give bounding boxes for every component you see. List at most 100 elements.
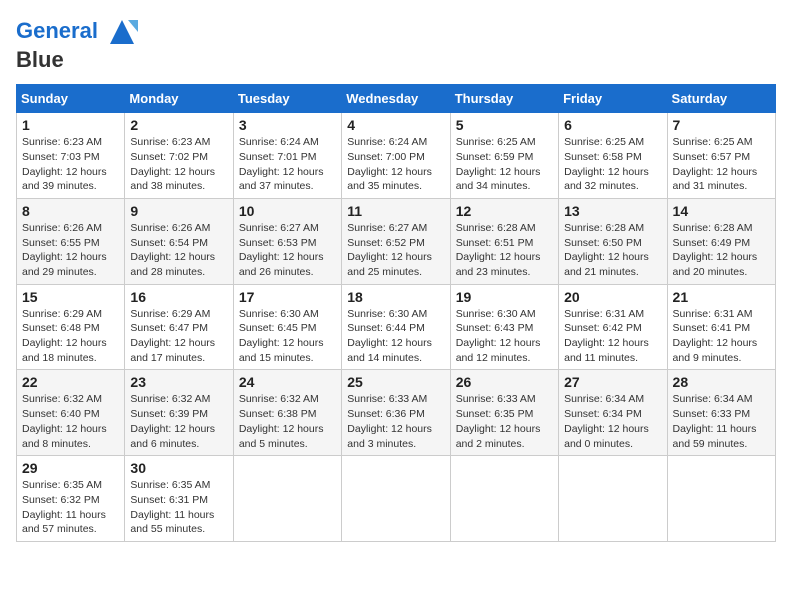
day-number: 26	[456, 374, 553, 390]
day-number: 19	[456, 289, 553, 305]
day-number: 8	[22, 203, 119, 219]
calendar-day-30: 30 Sunrise: 6:35 AMSunset: 6:31 PMDayligh…	[125, 456, 233, 542]
calendar-day-11: 11 Sunrise: 6:27 AMSunset: 6:52 PMDayligh…	[342, 198, 450, 284]
day-info: Sunrise: 6:30 AMSunset: 6:43 PMDaylight:…	[456, 307, 553, 366]
calendar-day-25: 25 Sunrise: 6:33 AMSunset: 6:36 PMDayligh…	[342, 370, 450, 456]
calendar-day-8: 8 Sunrise: 6:26 AMSunset: 6:55 PMDaylight…	[17, 198, 125, 284]
day-number: 24	[239, 374, 336, 390]
day-info: Sunrise: 6:32 AMSunset: 6:40 PMDaylight:…	[22, 392, 119, 451]
day-info: Sunrise: 6:25 AMSunset: 6:59 PMDaylight:…	[456, 135, 553, 194]
day-number: 29	[22, 460, 119, 476]
day-info: Sunrise: 6:23 AMSunset: 7:03 PMDaylight:…	[22, 135, 119, 194]
empty-cell	[667, 456, 775, 542]
day-info: Sunrise: 6:24 AMSunset: 7:00 PMDaylight:…	[347, 135, 444, 194]
logo: General Blue	[16, 16, 138, 72]
weekday-header-friday: Friday	[559, 85, 667, 113]
empty-cell	[559, 456, 667, 542]
day-info: Sunrise: 6:32 AMSunset: 6:38 PMDaylight:…	[239, 392, 336, 451]
weekday-header-sunday: Sunday	[17, 85, 125, 113]
day-info: Sunrise: 6:29 AMSunset: 6:48 PMDaylight:…	[22, 307, 119, 366]
calendar-day-13: 13 Sunrise: 6:28 AMSunset: 6:50 PMDayligh…	[559, 198, 667, 284]
calendar-day-4: 4 Sunrise: 6:24 AMSunset: 7:00 PMDaylight…	[342, 113, 450, 199]
day-info: Sunrise: 6:31 AMSunset: 6:42 PMDaylight:…	[564, 307, 661, 366]
day-info: Sunrise: 6:26 AMSunset: 6:55 PMDaylight:…	[22, 221, 119, 280]
calendar-day-20: 20Sunrise: 6:31 AMSunset: 6:42 PMDayligh…	[559, 284, 667, 370]
day-info: Sunrise: 6:34 AMSunset: 6:33 PMDaylight:…	[673, 392, 770, 451]
calendar-day-7: 7 Sunrise: 6:25 AMSunset: 6:57 PMDaylight…	[667, 113, 775, 199]
calendar-table: SundayMondayTuesdayWednesdayThursdayFrid…	[16, 84, 776, 542]
day-info: Sunrise: 6:27 AMSunset: 6:53 PMDaylight:…	[239, 221, 336, 280]
day-number: 15	[22, 289, 119, 305]
day-info: Sunrise: 6:32 AMSunset: 6:39 PMDaylight:…	[130, 392, 227, 451]
day-number: 13	[564, 203, 661, 219]
day-number: 5	[456, 117, 553, 133]
weekday-header-wednesday: Wednesday	[342, 85, 450, 113]
calendar-day-9: 9 Sunrise: 6:26 AMSunset: 6:54 PMDaylight…	[125, 198, 233, 284]
calendar-day-19: 19 Sunrise: 6:30 AMSunset: 6:43 PMDayligh…	[450, 284, 558, 370]
day-info: Sunrise: 6:33 AMSunset: 6:35 PMDaylight:…	[456, 392, 553, 451]
day-number: 22	[22, 374, 119, 390]
day-number: 11	[347, 203, 444, 219]
day-number: 23	[130, 374, 227, 390]
calendar-day-21: 21 Sunrise: 6:31 AMSunset: 6:41 PMDayligh…	[667, 284, 775, 370]
calendar-day-23: 23 Sunrise: 6:32 AMSunset: 6:39 PMDayligh…	[125, 370, 233, 456]
calendar-day-15: 15 Sunrise: 6:29 AMSunset: 6:48 PMDayligh…	[17, 284, 125, 370]
calendar-day-17: 17 Sunrise: 6:30 AMSunset: 6:45 PMDayligh…	[233, 284, 341, 370]
weekday-header-thursday: Thursday	[450, 85, 558, 113]
day-number: 14	[673, 203, 770, 219]
day-info: Sunrise: 6:26 AMSunset: 6:54 PMDaylight:…	[130, 221, 227, 280]
calendar-day-1: 1Sunrise: 6:23 AMSunset: 7:03 PMDaylight…	[17, 113, 125, 199]
day-info: Sunrise: 6:34 AMSunset: 6:34 PMDaylight:…	[564, 392, 661, 451]
weekday-header-tuesday: Tuesday	[233, 85, 341, 113]
weekday-header-monday: Monday	[125, 85, 233, 113]
day-number: 21	[673, 289, 770, 305]
calendar-day-3: 3 Sunrise: 6:24 AMSunset: 7:01 PMDaylight…	[233, 113, 341, 199]
day-number: 4	[347, 117, 444, 133]
calendar-day-14: 14 Sunrise: 6:28 AMSunset: 6:49 PMDayligh…	[667, 198, 775, 284]
calendar-day-12: 12 Sunrise: 6:28 AMSunset: 6:51 PMDayligh…	[450, 198, 558, 284]
day-info: Sunrise: 6:28 AMSunset: 6:51 PMDaylight:…	[456, 221, 553, 280]
calendar-day-5: 5 Sunrise: 6:25 AMSunset: 6:59 PMDaylight…	[450, 113, 558, 199]
day-info: Sunrise: 6:24 AMSunset: 7:01 PMDaylight:…	[239, 135, 336, 194]
empty-cell	[233, 456, 341, 542]
day-info: Sunrise: 6:33 AMSunset: 6:36 PMDaylight:…	[347, 392, 444, 451]
day-number: 12	[456, 203, 553, 219]
day-number: 6	[564, 117, 661, 133]
calendar-day-29: 29 Sunrise: 6:35 AMSunset: 6:32 PMDayligh…	[17, 456, 125, 542]
day-number: 25	[347, 374, 444, 390]
day-info: Sunrise: 6:25 AMSunset: 6:58 PMDaylight:…	[564, 135, 661, 194]
day-info: Sunrise: 6:30 AMSunset: 6:45 PMDaylight:…	[239, 307, 336, 366]
calendar-day-2: 2 Sunrise: 6:23 AMSunset: 7:02 PMDaylight…	[125, 113, 233, 199]
day-number: 7	[673, 117, 770, 133]
calendar-day-22: 22 Sunrise: 6:32 AMSunset: 6:40 PMDayligh…	[17, 370, 125, 456]
day-number: 18	[347, 289, 444, 305]
day-info: Sunrise: 6:25 AMSunset: 6:57 PMDaylight:…	[673, 135, 770, 194]
day-number: 2	[130, 117, 227, 133]
day-info: Sunrise: 6:35 AMSunset: 6:32 PMDaylight:…	[22, 478, 119, 537]
calendar-day-27: 27 Sunrise: 6:34 AMSunset: 6:34 PMDayligh…	[559, 370, 667, 456]
calendar-day-28: 28Sunrise: 6:34 AMSunset: 6:33 PMDayligh…	[667, 370, 775, 456]
page-header: General Blue	[16, 16, 776, 72]
day-number: 17	[239, 289, 336, 305]
calendar-day-26: 26 Sunrise: 6:33 AMSunset: 6:35 PMDayligh…	[450, 370, 558, 456]
calendar-day-24: 24 Sunrise: 6:32 AMSunset: 6:38 PMDayligh…	[233, 370, 341, 456]
day-number: 3	[239, 117, 336, 133]
calendar-day-16: 16Sunrise: 6:29 AMSunset: 6:47 PMDayligh…	[125, 284, 233, 370]
day-info: Sunrise: 6:28 AMSunset: 6:50 PMDaylight:…	[564, 221, 661, 280]
day-info: Sunrise: 6:35 AMSunset: 6:31 PMDaylight:…	[130, 478, 227, 537]
calendar-day-6: 6 Sunrise: 6:25 AMSunset: 6:58 PMDaylight…	[559, 113, 667, 199]
empty-cell	[342, 456, 450, 542]
day-info: Sunrise: 6:23 AMSunset: 7:02 PMDaylight:…	[130, 135, 227, 194]
day-number: 16	[130, 289, 227, 305]
day-number: 30	[130, 460, 227, 476]
day-number: 10	[239, 203, 336, 219]
day-info: Sunrise: 6:30 AMSunset: 6:44 PMDaylight:…	[347, 307, 444, 366]
logo-text: General Blue	[16, 16, 138, 72]
day-info: Sunrise: 6:28 AMSunset: 6:49 PMDaylight:…	[673, 221, 770, 280]
calendar-day-10: 10 Sunrise: 6:27 AMSunset: 6:53 PMDayligh…	[233, 198, 341, 284]
day-info: Sunrise: 6:27 AMSunset: 6:52 PMDaylight:…	[347, 221, 444, 280]
empty-cell	[450, 456, 558, 542]
day-number: 9	[130, 203, 227, 219]
day-info: Sunrise: 6:31 AMSunset: 6:41 PMDaylight:…	[673, 307, 770, 366]
day-number: 27	[564, 374, 661, 390]
